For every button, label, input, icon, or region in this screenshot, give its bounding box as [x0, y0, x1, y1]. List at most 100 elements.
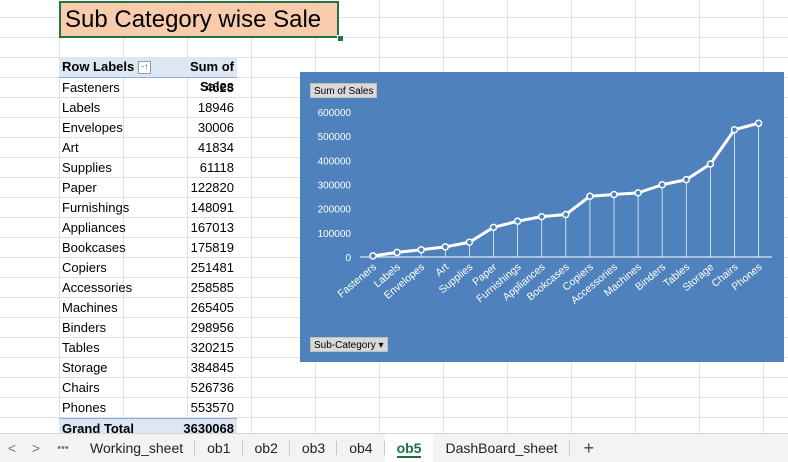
- sheet-tab-label: ob1: [207, 440, 231, 456]
- sheet-tab-label: DashBoard_sheet: [445, 440, 558, 456]
- data-point: [586, 192, 594, 200]
- pivot-row: Appliances 167013: [59, 218, 237, 238]
- pivot-row: Fasteners 4628: [59, 78, 237, 98]
- value-field-button[interactable]: Sum of Sales: [310, 83, 378, 98]
- pivot-row-value[interactable]: 265405: [179, 298, 237, 318]
- pivot-row-value[interactable]: 41834: [179, 138, 237, 158]
- pivot-row-value[interactable]: 148091: [179, 198, 237, 218]
- dropdown-arrow-icon: ▾: [378, 340, 384, 351]
- y-tick-label: 400000: [318, 156, 352, 167]
- title-text: Sub Category wise Sale: [65, 6, 322, 33]
- pivot-row-value[interactable]: 30006: [179, 118, 237, 138]
- pivot-row-value[interactable]: 384845: [179, 358, 237, 378]
- pivot-row-label[interactable]: Art: [59, 138, 179, 158]
- pivot-row-label[interactable]: Binders: [59, 318, 179, 338]
- fill-handle[interactable]: [337, 35, 344, 42]
- pivot-header-row: Row Labels -↑ Sum of Sales: [59, 57, 237, 94]
- pivot-row-label[interactable]: Paper: [59, 178, 179, 198]
- row-labels-header-text: Row Labels: [62, 59, 135, 74]
- pivot-row: Chairs 526736: [59, 378, 237, 398]
- pivot-row-label[interactable]: Labels: [59, 98, 179, 118]
- data-point: [441, 243, 450, 251]
- sort-filter-icon[interactable]: -↑: [138, 60, 152, 74]
- sheet-tab-label: ob2: [254, 440, 278, 456]
- pivot-row: Envelopes 30006: [59, 118, 237, 138]
- pivot-row: Supplies 61118: [59, 158, 237, 178]
- pivot-row-value[interactable]: 61118: [179, 158, 237, 178]
- pivot-row: Storage 384845: [59, 358, 237, 378]
- pivot-row: Furnishings 148091: [59, 198, 237, 218]
- pivot-row-label[interactable]: Furnishings: [59, 198, 179, 218]
- pivot-row-label[interactable]: Copiers: [59, 258, 179, 278]
- sheet-tab-label: ob4: [349, 440, 373, 456]
- pivot-row-value[interactable]: 526736: [179, 378, 237, 398]
- sheet-tab-label: Working_sheet: [90, 440, 184, 456]
- pivot-row-label[interactable]: Appliances: [59, 218, 179, 238]
- data-point: [706, 160, 715, 168]
- pivot-row-label[interactable]: Fasteners: [59, 78, 179, 98]
- data-point: [465, 238, 474, 246]
- sum-of-sales-header[interactable]: Sum of Sales: [179, 57, 237, 94]
- sheet-tab-ob4[interactable]: ob4: [337, 434, 385, 462]
- pivot-chart[interactable]: 0 100000 200000 300000 400000 500000 600000 Fas…: [300, 72, 784, 362]
- next-sheet-icon[interactable]: >: [24, 440, 48, 456]
- sheet-tab-label: ob3: [301, 440, 326, 456]
- pivot-row: Tables 320215: [59, 338, 237, 358]
- pivot-row-label[interactable]: Accessories: [59, 278, 179, 298]
- pivot-row: Art 41834: [59, 138, 237, 158]
- y-tick-label: 600000: [318, 108, 352, 119]
- pivot-row-label[interactable]: Machines: [59, 298, 179, 318]
- line-chart-svg: 0100000200000300000400000500000600000Fas…: [318, 108, 772, 307]
- axis-field-label: Sub-Category: [314, 340, 376, 351]
- pivot-row-value[interactable]: 298956: [179, 318, 237, 338]
- pivot-row-value[interactable]: 167013: [179, 218, 237, 238]
- row-labels-header[interactable]: Row Labels -↑: [59, 57, 179, 77]
- y-tick-label: 100000: [318, 229, 352, 240]
- pivot-row: Bookcases 175819: [59, 238, 237, 258]
- sheet-tab-ob2[interactable]: ob2: [243, 434, 291, 462]
- add-sheet-button[interactable]: +: [570, 438, 609, 459]
- pivot-row-value[interactable]: 122820: [179, 178, 237, 198]
- sheet-tab-ob5[interactable]: ob5: [384, 434, 434, 462]
- data-point: [634, 189, 642, 197]
- data-point: [513, 217, 522, 225]
- sheet-tab-ob1[interactable]: ob1: [195, 434, 243, 462]
- pivot-row-label[interactable]: Storage: [59, 358, 179, 378]
- pivot-row-value[interactable]: 251481: [179, 258, 237, 278]
- axis-field-button[interactable]: Sub-Category ▾: [310, 337, 388, 352]
- pivot-row-label[interactable]: Phones: [59, 398, 179, 418]
- sheet-tab-ob3[interactable]: ob3: [290, 434, 338, 462]
- pivot-row-value[interactable]: 4628: [179, 78, 237, 98]
- data-point: [610, 190, 618, 199]
- sheet-tab-dashboard_sheet[interactable]: DashBoard_sheet: [433, 434, 570, 462]
- y-tick-label: 300000: [318, 181, 352, 192]
- prev-sheet-icon[interactable]: <: [0, 440, 24, 456]
- pivot-row-label[interactable]: Chairs: [59, 378, 179, 398]
- more-sheets-icon[interactable]: •••: [48, 442, 78, 454]
- y-tick-label: 200000: [318, 205, 352, 216]
- y-tick-label: 500000: [318, 132, 352, 143]
- pivot-row-value[interactable]: 18946: [179, 98, 237, 118]
- pivot-row: Machines 265405: [59, 298, 237, 318]
- pivot-row-label[interactable]: Envelopes: [59, 118, 179, 138]
- data-point: [393, 248, 401, 257]
- pivot-row: Accessories 258585: [59, 278, 237, 298]
- pivot-table[interactable]: Row Labels -↑ Sum of Sales Fasteners 4628 L…: [59, 57, 237, 439]
- sheet-tab-working_sheet[interactable]: Working_sheet: [78, 434, 196, 462]
- data-point: [562, 210, 570, 219]
- pivot-row: Binders 298956: [59, 318, 237, 338]
- pivot-row-value[interactable]: 553570: [179, 398, 237, 418]
- pivot-row-label[interactable]: Bookcases: [59, 238, 179, 258]
- pivot-row-value[interactable]: 258585: [179, 278, 237, 298]
- data-point: [537, 212, 546, 221]
- title-cell[interactable]: Sub Category wise Sale: [59, 1, 339, 38]
- y-tick-label: 0: [345, 253, 351, 264]
- pivot-row-label[interactable]: Supplies: [59, 158, 179, 178]
- pivot-row-value[interactable]: 175819: [179, 238, 237, 258]
- sheet-tab-bar: < > ••• Working_sheet ob1 ob2 ob3 ob4 ob5 Dash…: [0, 433, 788, 462]
- pivot-row-label[interactable]: Tables: [59, 338, 179, 358]
- sheet-tab-label: ob5: [396, 440, 422, 458]
- pivot-row: Phones 553570: [59, 398, 237, 418]
- pivot-row-value[interactable]: 320215: [179, 338, 237, 358]
- pivot-row: Paper 122820: [59, 178, 237, 198]
